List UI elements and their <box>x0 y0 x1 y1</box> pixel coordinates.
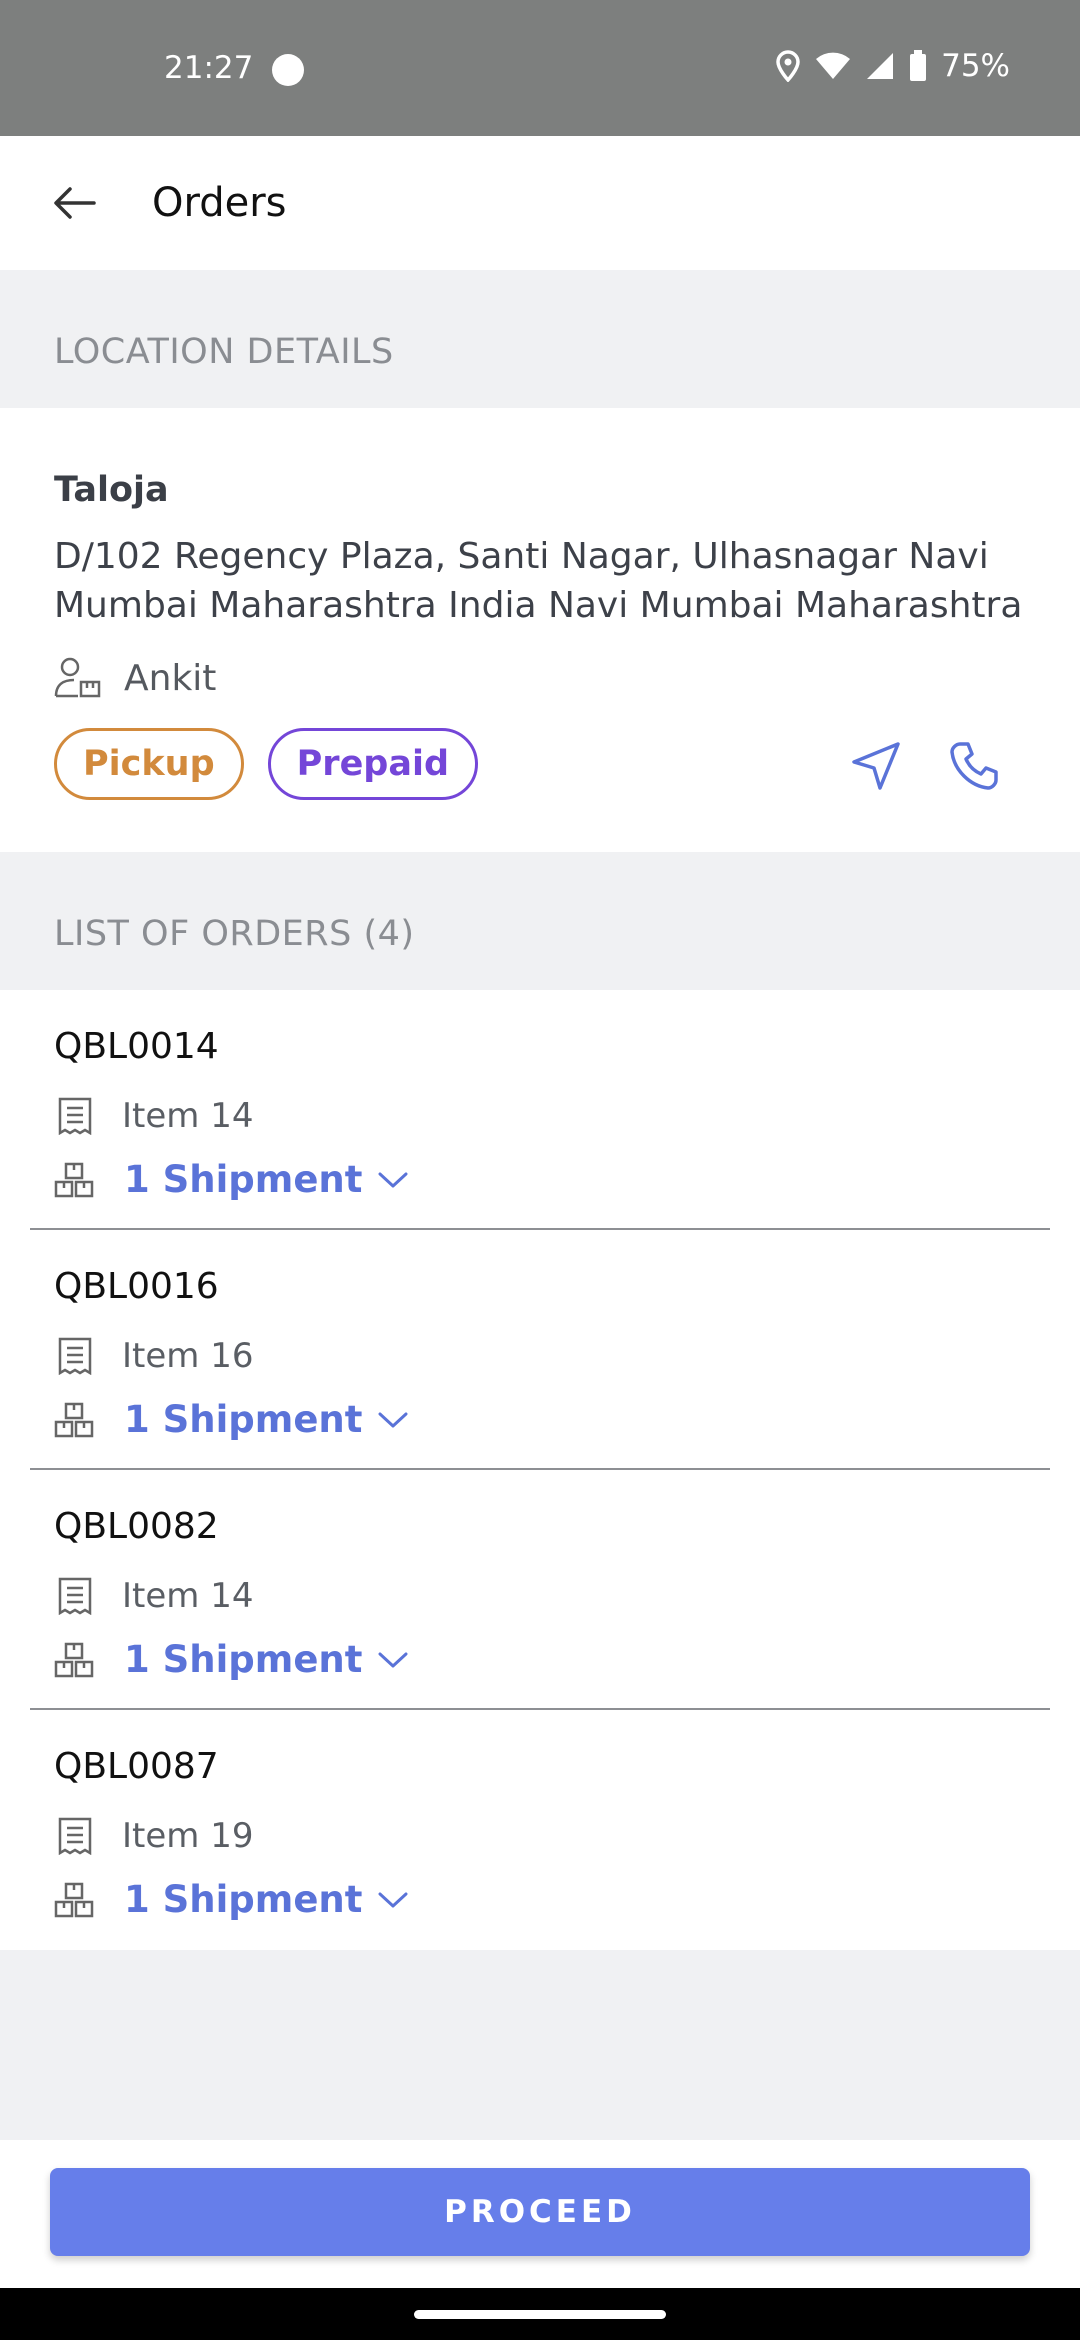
boxes-icon <box>54 1162 94 1197</box>
order-item-row: Item 19 <box>58 1816 253 1856</box>
orders-section-header: LIST OF ORDERS (4) <box>0 852 1080 990</box>
order-row[interactable]: QBL0014 Item 14 1 Shipment <box>0 990 1080 1230</box>
wifi-icon <box>816 52 851 79</box>
shipment-toggle[interactable]: 1 Shipment <box>54 1158 408 1201</box>
phone-icon[interactable] <box>946 738 1002 794</box>
order-item: Item 16 <box>122 1336 254 1376</box>
arrow-left-icon[interactable] <box>52 180 98 226</box>
chevron-down-icon[interactable] <box>378 1651 408 1669</box>
contact-row: Ankit <box>54 656 216 700</box>
order-row[interactable]: QBL0016 Item 16 1 Shipment <box>0 1230 1080 1470</box>
status-icons: 75% <box>775 48 1010 84</box>
receipt-icon <box>58 1337 92 1375</box>
system-nav-bar <box>0 2288 1080 2340</box>
orders-section-title: LIST OF ORDERS (4) <box>54 914 415 954</box>
order-item: Item 14 <box>122 1096 254 1136</box>
order-id: QBL0082 <box>54 1506 219 1547</box>
order-item: Item 14 <box>122 1576 254 1616</box>
boxes-icon <box>54 1402 94 1437</box>
status-time: 21:27 <box>164 50 254 86</box>
boxes-icon <box>54 1642 94 1677</box>
boxes-icon <box>54 1882 94 1917</box>
chevron-down-icon[interactable] <box>378 1891 408 1909</box>
shipment-toggle[interactable]: 1 Shipment <box>54 1878 408 1921</box>
shipment-label[interactable]: 1 Shipment <box>124 1158 362 1201</box>
status-bar: 21:27 75% <box>0 0 1080 136</box>
order-item-row: Item 14 <box>58 1096 253 1136</box>
location-address: D/102 Regency Plaza, Santi Nagar, Ulhasn… <box>54 536 1023 626</box>
prepaid-tag: Prepaid <box>267 728 479 800</box>
order-item-row: Item 14 <box>58 1576 253 1616</box>
order-id: QBL0087 <box>54 1746 219 1787</box>
shipment-toggle[interactable]: 1 Shipment <box>54 1638 408 1681</box>
location-icon <box>776 50 800 82</box>
location-section-header: LOCATION DETAILS <box>0 270 1080 408</box>
location-card: Taloja D/102 Regency Plaza, Santi Nagar,… <box>0 408 1080 852</box>
chevron-down-icon[interactable] <box>378 1411 408 1429</box>
order-row[interactable]: QBL0087 Item 19 1 Shipment <box>0 1710 1080 1950</box>
order-id: QBL0014 <box>54 1026 219 1067</box>
home-gesture-handle[interactable] <box>414 2310 666 2319</box>
receipt-icon <box>58 1817 92 1855</box>
receipt-icon <box>58 1097 92 1135</box>
order-item: Item 19 <box>122 1816 254 1856</box>
shipment-label[interactable]: 1 Shipment <box>124 1878 362 1921</box>
chevron-down-icon[interactable] <box>378 1171 408 1189</box>
signal-icon <box>867 53 894 79</box>
proceed-button[interactable]: PROCEED <box>50 2168 1030 2256</box>
order-row[interactable]: QBL0082 Item 14 1 Shipment <box>0 1470 1080 1710</box>
page-title: Orders <box>152 180 287 226</box>
shipment-label[interactable]: 1 Shipment <box>124 1398 362 1441</box>
person-package-icon <box>54 657 101 698</box>
shipment-toggle[interactable]: 1 Shipment <box>54 1398 408 1441</box>
orders-list: QBL0014 Item 14 1 Shipment QBL0016 Item … <box>0 990 1080 1950</box>
location-section-title: LOCATION DETAILS <box>54 332 394 372</box>
bottom-action-bar: PROCEED <box>0 2140 1080 2288</box>
battery-icon <box>910 50 927 81</box>
pickup-tag: Pickup <box>54 728 244 800</box>
receipt-icon <box>58 1577 92 1615</box>
location-name: Taloja <box>54 470 169 510</box>
navigation-arrow-icon[interactable] <box>848 738 904 794</box>
battery-level: 75% <box>941 48 1010 84</box>
notification-dot-icon <box>272 54 304 86</box>
order-id: QBL0016 <box>54 1266 219 1307</box>
order-item-row: Item 16 <box>58 1336 253 1376</box>
app-bar: Orders <box>0 136 1080 270</box>
tags-row: Pickup Prepaid <box>54 728 479 800</box>
contact-name: Ankit <box>124 657 217 699</box>
shipment-label[interactable]: 1 Shipment <box>124 1638 362 1681</box>
